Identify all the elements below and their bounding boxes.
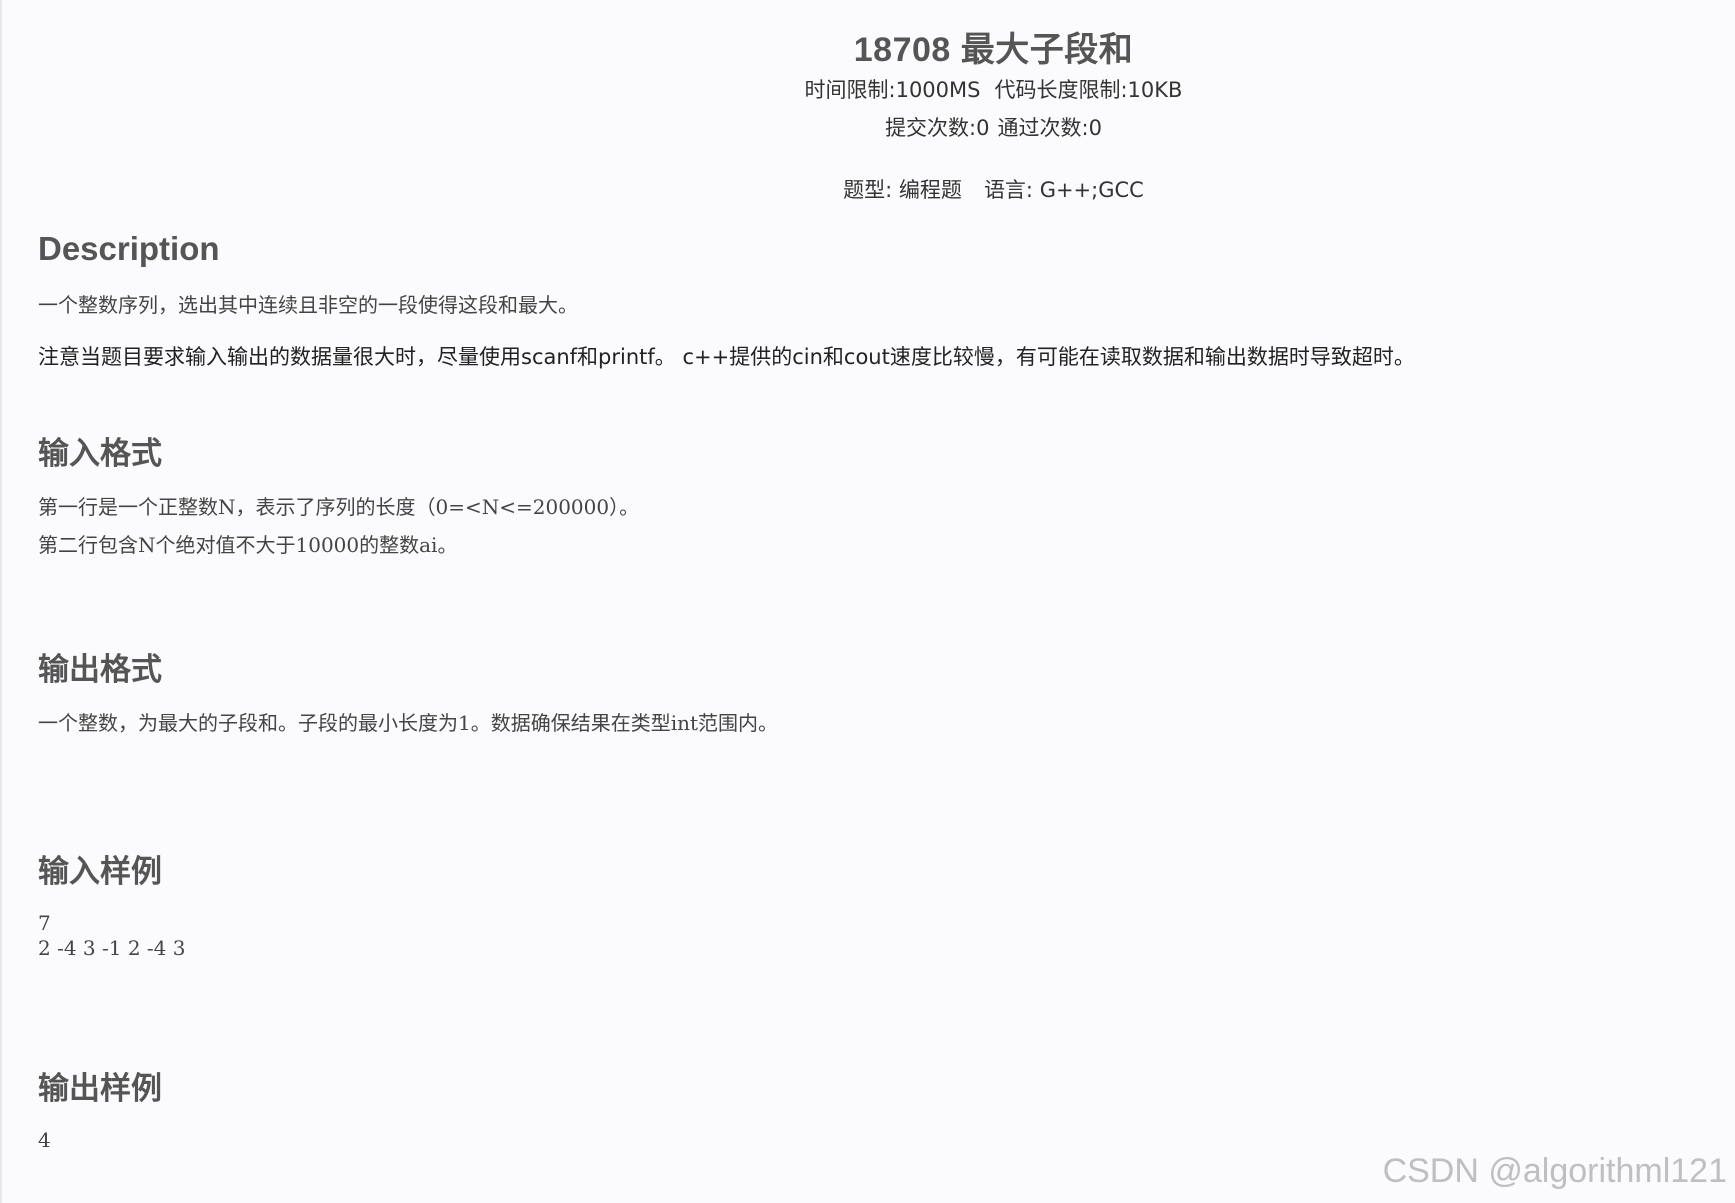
problem-limits: 时间限制:1000MS 代码长度限制:10KB (252, 76, 1735, 104)
problem-type: 题型: 编程题 (843, 178, 962, 202)
input-format-heading: 输入格式 (38, 436, 162, 472)
problem-type-line: 题型: 编程题 语言: G++;GCC (252, 176, 1735, 204)
problem-title: 18708 最大子段和 (853, 31, 1134, 69)
submission-count: 提交次数:0 (885, 116, 990, 140)
description-heading: Description (38, 230, 220, 267)
problem-header: 18708 最大子段和 时间限制:1000MS 代码长度限制:10KB 提交次数:… (0, 0, 1735, 204)
sample-output-heading: 输出样例 (38, 1071, 162, 1107)
problem-counts: 提交次数:0 通过次数:0 (252, 114, 1735, 142)
description-text: 一个整数序列，选出其中连续且非空的一段使得这段和最大。 (38, 293, 578, 317)
sample-input-line-2: 2 -4 3 -1 2 -4 3 (38, 936, 186, 960)
csdn-watermark: CSDN @algorithml121 (1382, 1152, 1727, 1190)
accepted-count: 通过次数:0 (997, 116, 1102, 140)
sample-output-line-1: 4 (38, 1128, 51, 1152)
input-format-line-2: 第二行包含N个绝对值不大于10000的整数ai。 (38, 533, 458, 557)
output-format-text: 一个整数，为最大的子段和。子段的最小长度为1。数据确保结果在类型int范围内。 (38, 711, 779, 735)
sample-input-line-1: 7 (38, 911, 51, 935)
problem-language: 语言: G++;GCC (983, 178, 1144, 202)
output-format-heading: 输出格式 (38, 652, 162, 688)
code-length-limit: 代码长度限制:10KB (994, 78, 1183, 102)
time-limit: 时间限制:1000MS (804, 78, 981, 102)
input-format-line-1: 第一行是一个正整数N，表示了序列的长度（0=<N<=200000）。 (38, 495, 640, 519)
description-note: 注意当题目要求输入输出的数据量很大时，尽量使用scanf和printf。 c++… (38, 345, 1415, 369)
sample-input-heading: 输入样例 (38, 854, 162, 890)
